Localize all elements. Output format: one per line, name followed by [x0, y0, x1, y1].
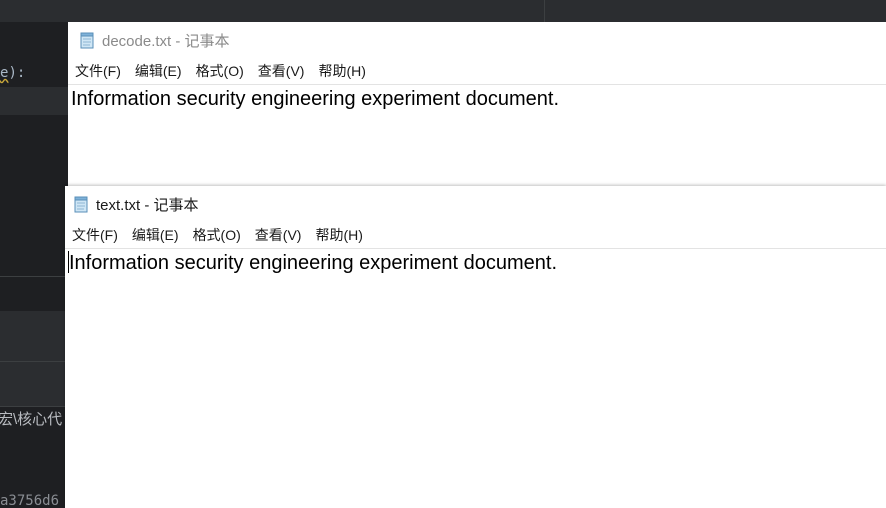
menu-edit[interactable]: 编辑(E) [125, 224, 186, 246]
menu-view[interactable]: 查看(V) [251, 60, 312, 82]
notepad-window-text[interactable]: text.txt - 记事本 文件(F) 编辑(E) 格式(O) 查看(V) 帮… [65, 186, 886, 508]
ide-hash-text: a3756d6 [0, 493, 60, 508]
ide-divider [544, 0, 545, 22]
menu-file[interactable]: 文件(F) [68, 60, 128, 82]
ide-panel-row[interactable] [0, 362, 70, 407]
menu-bar: 文件(F) 编辑(E) 格式(O) 查看(V) 帮助(H) [68, 58, 886, 85]
menu-format[interactable]: 格式(O) [189, 60, 251, 82]
ide-path-text: 宏\核心代 [0, 411, 63, 428]
ide-code-line[interactable]: e): [0, 62, 25, 84]
notepad-icon [73, 196, 90, 213]
ide-top-bar [0, 0, 886, 22]
window-title: decode.txt - 记事本 [102, 32, 230, 50]
notepad-window-decode[interactable]: decode.txt - 记事本 文件(F) 编辑(E) 格式(O) 查看(V)… [68, 22, 886, 186]
ide-current-line-highlight [0, 87, 70, 115]
ide-code-suffix: ): [8, 65, 26, 81]
menu-help[interactable]: 帮助(H) [308, 224, 369, 246]
menu-help[interactable]: 帮助(H) [311, 60, 372, 82]
desktop: e): 宏\核心代 a3756d6 decode.txt - 记事本 文件(F)… [0, 0, 886, 508]
menu-view[interactable]: 查看(V) [248, 224, 309, 246]
editor-content: Information security engineering experim… [69, 252, 558, 274]
window-title: text.txt - 记事本 [96, 196, 199, 214]
menu-file[interactable]: 文件(F) [65, 224, 125, 246]
editor-content: Information security engineering experim… [71, 88, 560, 110]
notepad-icon [79, 32, 96, 49]
menu-format[interactable]: 格式(O) [186, 224, 248, 246]
text-editor[interactable]: Information security engineering experim… [68, 84, 886, 186]
menu-edit[interactable]: 编辑(E) [128, 60, 189, 82]
text-editor[interactable]: Information security engineering experim… [65, 248, 886, 508]
ide-panel-header [0, 276, 70, 311]
menu-bar: 文件(F) 编辑(E) 格式(O) 查看(V) 帮助(H) [65, 222, 886, 249]
title-bar[interactable]: decode.txt - 记事本 [68, 22, 886, 58]
ide-panel-row[interactable] [0, 311, 70, 362]
title-bar[interactable]: text.txt - 记事本 [65, 186, 886, 222]
